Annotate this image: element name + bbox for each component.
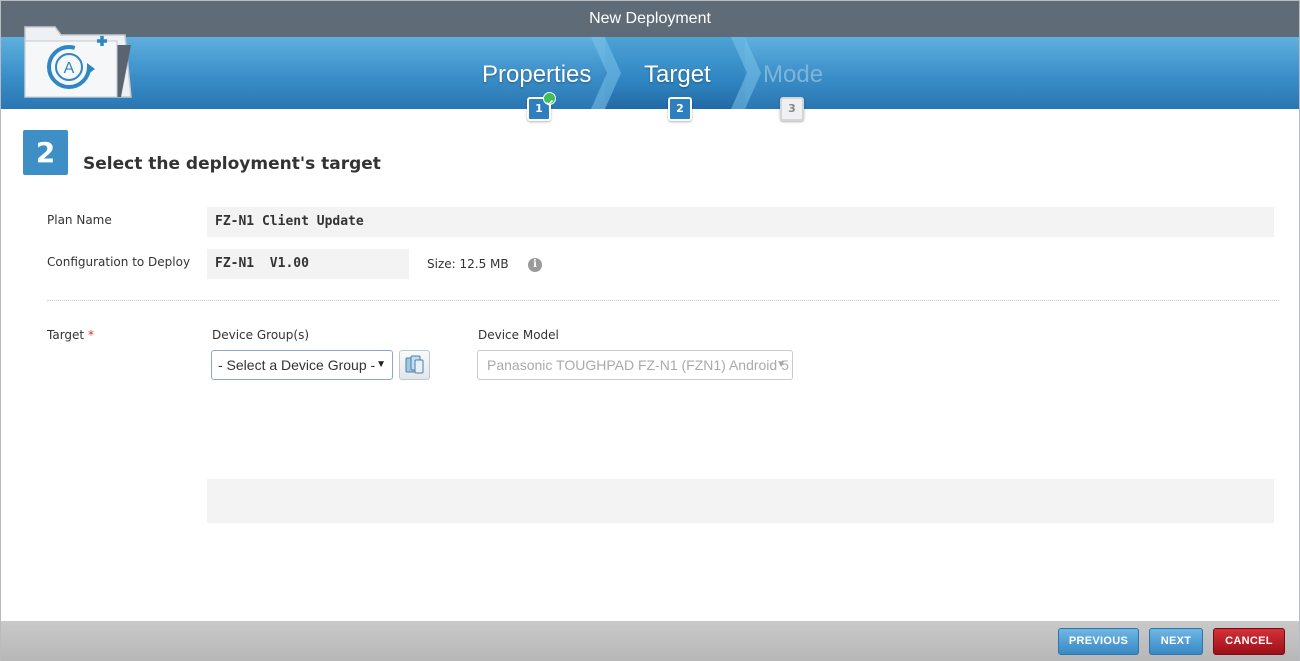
plan-name-label: Plan Name (47, 213, 112, 227)
device-model-label: Device Model (478, 328, 559, 342)
dropdown-arrow-icon: ▼ (776, 359, 786, 370)
device-group-selected-value: - Select a Device Group - (218, 357, 376, 373)
target-label-text: Target (47, 328, 85, 342)
info-icon[interactable]: i (528, 258, 542, 272)
device-model-select: Panasonic TOUGHPAD FZ-N1 (FZN1) Android … (477, 350, 793, 380)
configuration-field: FZ-N1 V1.00 (207, 249, 409, 279)
chevron-separator-icon (591, 37, 621, 109)
checkmark-icon (543, 92, 556, 106)
target-label: Target * (47, 328, 94, 342)
cancel-button[interactable]: CANCEL (1213, 628, 1285, 655)
chevron-separator-icon (731, 37, 761, 109)
previous-button[interactable]: PREVIOUS (1058, 628, 1139, 655)
section-number-badge: 2 (23, 130, 68, 175)
section-title: Select the deployment's target (83, 154, 381, 174)
required-marker: * (87, 328, 94, 342)
device-group-select[interactable]: - Select a Device Group - ▼ (211, 350, 393, 380)
device-model-selected-value: Panasonic TOUGHPAD FZ-N1 (FZN1) Android … (487, 357, 789, 373)
browse-groups-button[interactable] (399, 350, 430, 380)
window-title: New Deployment (1, 1, 1299, 37)
plan-name-field: FZ-N1 Client Update (207, 207, 1274, 237)
device-groups-label: Device Group(s) (212, 328, 310, 342)
deployment-folder-icon: A (24, 26, 132, 98)
device-list-panel (207, 479, 1274, 523)
device-group-icon (405, 355, 424, 374)
svg-text:A: A (64, 60, 75, 77)
step-number-3: 3 (780, 97, 804, 121)
size-text: Size: 12.5 MB (427, 257, 509, 271)
deployment-window: New Deployment A Properties Target Mode … (0, 0, 1300, 661)
next-button[interactable]: NEXT (1149, 628, 1203, 655)
configuration-label: Configuration to Deploy (47, 255, 191, 269)
wizard-step-properties[interactable]: Properties (482, 61, 591, 89)
dropdown-arrow-icon: ▼ (376, 359, 386, 370)
wizard-step-target[interactable]: Target (644, 61, 711, 89)
wizard-step-mode: Mode (763, 61, 824, 88)
step-number-2: 2 (668, 97, 692, 121)
section-divider (47, 300, 1279, 301)
